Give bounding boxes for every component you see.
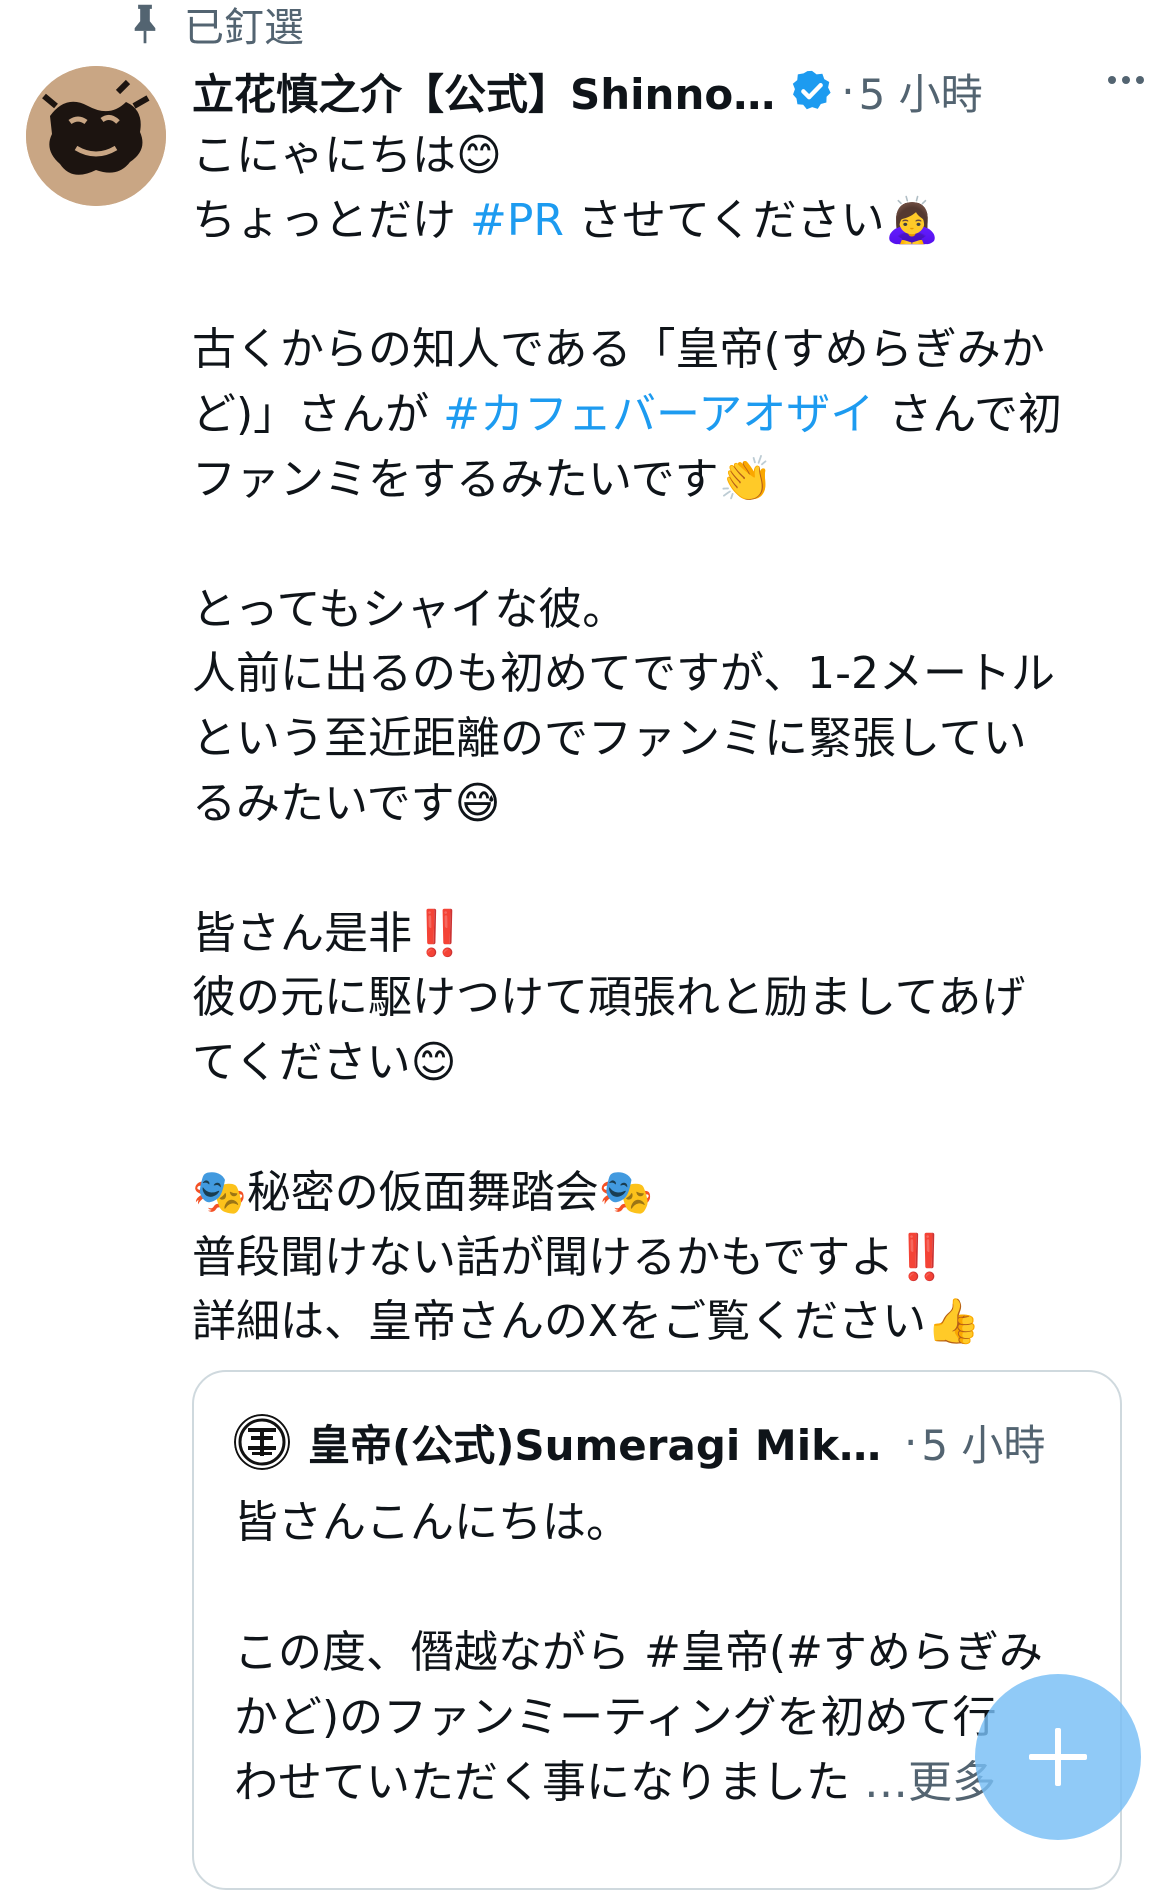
show-more-link[interactable]: …更多	[850, 1757, 996, 1808]
quoted-tweet-card[interactable]: 皇帝(公式)Sumeragi Mika… · 5 小時 皆さんこんにちは。 この…	[192, 1370, 1122, 1890]
tweet-line: 皆さん是非‼️	[192, 907, 467, 959]
tweet-line: さんで初	[874, 389, 1063, 441]
tweet-line: るみたいです😅	[192, 777, 501, 829]
tweet-line: させてください🙇‍♀️	[563, 194, 940, 246]
tweet-line: とってもシャイな彼。	[192, 583, 627, 635]
tweet-line: ど)」さんが	[192, 389, 444, 441]
quote-header: 皇帝(公式)Sumeragi Mika… · 5 小時	[234, 1414, 1080, 1470]
quote-timestamp[interactable]: 5 小時	[921, 1412, 1045, 1473]
quote-author-avatar[interactable]	[234, 1414, 290, 1470]
hashtag-link-pr[interactable]: #PR	[470, 195, 564, 246]
tweet-line: ファンミをするみたいです👏	[192, 453, 774, 505]
tweet-line: という至近距離のでファンミに緊張してい	[192, 713, 1027, 765]
tweet-line: ちょっとだけ	[192, 194, 470, 246]
quote-line: 皆さんこんにちは。	[234, 1497, 630, 1548]
tweet-line: 古くからの知人である「皇帝(すめらぎみか	[192, 324, 1045, 376]
tweet-line: 彼の元に駆けつけて頑張れと励ましてあげ	[192, 972, 1026, 1024]
tweet-line: てください😊	[192, 1037, 457, 1089]
tweet-line: こにゃにちは😊	[192, 130, 502, 181]
pinned-indicator: 已釘選	[128, 0, 304, 51]
tweet-line: 普段聞けない話が聞けるかもですよ‼️	[192, 1231, 950, 1283]
more-options-icon[interactable]	[1106, 74, 1146, 86]
tweet-line: 人前に出るのも初めてですが、1-2メートル	[192, 648, 1055, 700]
hashtag-link-cafebar[interactable]: #カフェバーアオザイ	[443, 389, 874, 440]
verified-badge-icon[interactable]	[789, 68, 835, 114]
quote-author-name[interactable]: 皇帝(公式)Sumeragi Mika…	[308, 1412, 898, 1473]
tweet-line: 詳細は、皇帝さんのXをご覧ください👍	[192, 1296, 981, 1348]
pin-icon	[134, 4, 156, 44]
tweet-header: 立花慎之介【公式】Shinno… · 5 小時	[192, 60, 1146, 122]
quote-header-separator: ·	[904, 1417, 918, 1467]
compose-button[interactable]	[975, 1674, 1141, 1840]
tweet-text: こにゃにちは😊 ちょっとだけ #PR させてください🙇‍♀️ 古くからの知人であ…	[192, 124, 1142, 1355]
avatar-image	[26, 66, 166, 206]
quote-text: 皆さんこんにちは。 この度、僭越ながら #皇帝(#すめらぎみ かど)のファンミー…	[234, 1490, 1094, 1815]
compose-plus-icon	[1029, 1728, 1087, 1786]
tweet-line: 🎭秘密の仮面舞踏会🎭	[192, 1166, 654, 1218]
pinned-label: 已釘選	[184, 5, 304, 51]
header-separator: ·	[841, 66, 855, 116]
author-avatar[interactable]	[26, 66, 166, 206]
author-name[interactable]: 立花慎之介【公式】Shinno…	[192, 61, 775, 122]
tweet-timestamp[interactable]: 5 小時	[859, 61, 983, 122]
quote-line: わせていただく事になりました	[234, 1757, 850, 1808]
quote-line: かど)のファンミーティングを初めて行	[234, 1692, 997, 1743]
quote-line: この度、僭越ながら #皇帝(#すめらぎみ	[234, 1627, 1043, 1678]
